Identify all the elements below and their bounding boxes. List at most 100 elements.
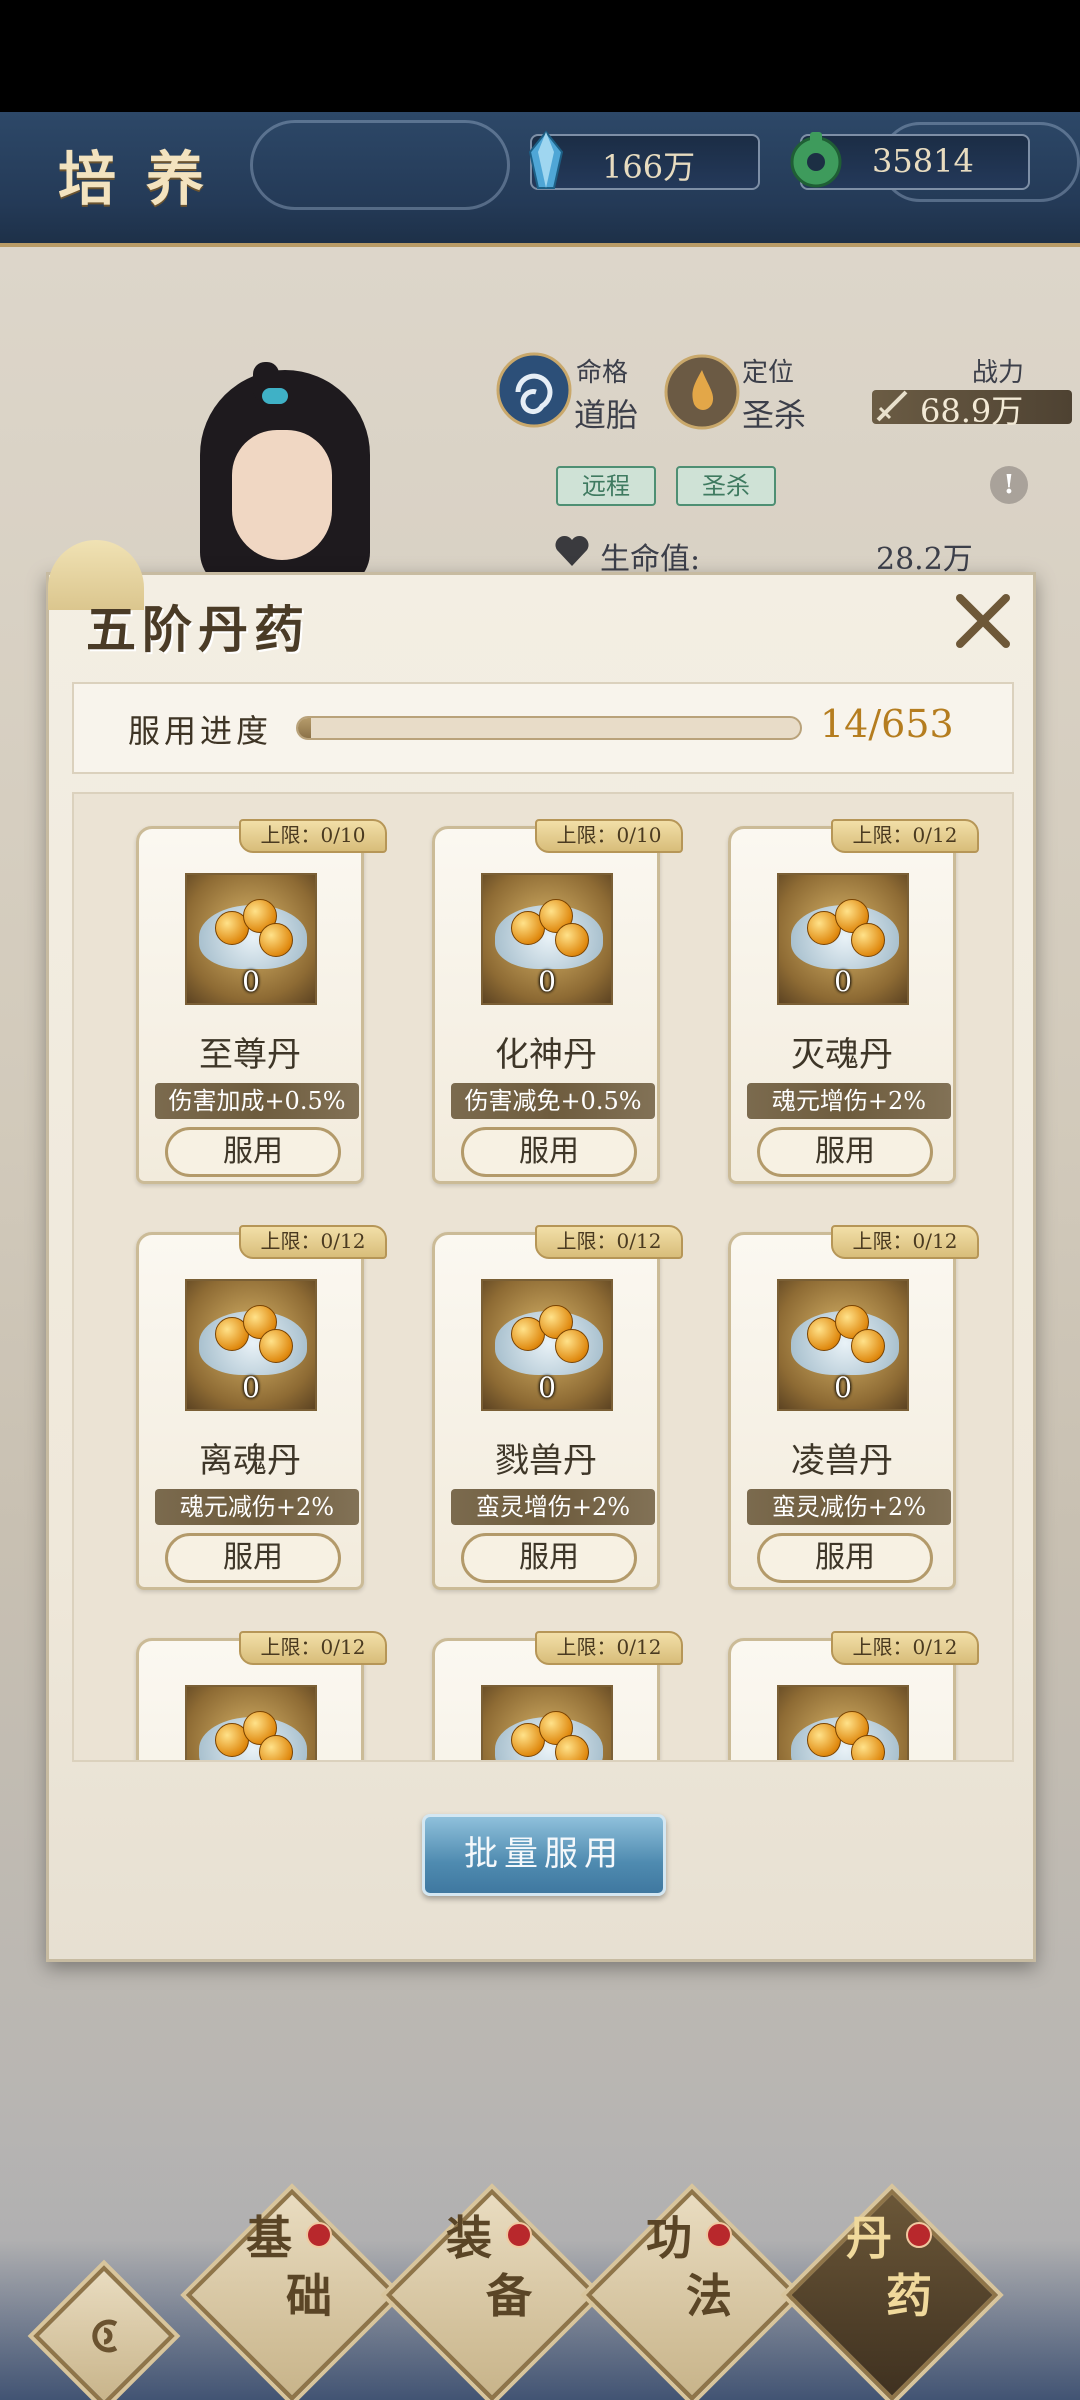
notification-dot — [706, 2222, 732, 2248]
jade-count: 35814 — [872, 142, 974, 180]
character-face — [232, 430, 332, 560]
pill-image — [777, 1685, 909, 1760]
page-title: 培养 — [58, 145, 235, 213]
status-bar — [0, 0, 1080, 112]
progress-bar — [296, 716, 802, 740]
character-hairpin — [262, 388, 288, 404]
back-cloud-icon — [92, 2319, 118, 2353]
role-icon[interactable] — [664, 354, 740, 430]
use-pill-button[interactable]: 服用 — [165, 1533, 341, 1583]
pill-name: 离魂丹 — [199, 1441, 301, 1481]
pill-icon — [555, 1329, 589, 1363]
currency-jade[interactable]: 35814 — [790, 132, 1030, 190]
pill-name: 戮兽丹 — [495, 1441, 597, 1481]
pill-limit: 上限：0/12 — [239, 1225, 387, 1259]
pill-count: 0 — [834, 1371, 852, 1404]
progress-fill — [298, 718, 311, 738]
pill-name: 凌兽丹 — [791, 1441, 893, 1481]
pill-card[interactable]: 上限：0/12 0 凌兽丹蛮灵减伤+2% 服用 — [728, 1225, 979, 1590]
notification-dot — [906, 2222, 932, 2248]
fate-value: 道胎 — [574, 396, 639, 434]
progress-count: 14/653 — [820, 702, 954, 746]
batch-use-button[interactable]: 批量服用 — [422, 1814, 666, 1896]
notification-dot — [306, 2222, 332, 2248]
use-pill-button[interactable]: 服用 — [757, 1127, 933, 1177]
power-label: 战力 — [972, 358, 1025, 388]
tag-holy-kill: 圣杀 — [676, 466, 776, 506]
pill-effect: 蛮灵减伤+2% — [747, 1489, 951, 1525]
pill-count: 0 — [242, 965, 260, 998]
pill-card[interactable]: 上限：0/12 0 戮兽丹蛮灵增伤+2% 服用 — [432, 1225, 683, 1590]
pill-limit: 上限：0/12 — [239, 1631, 387, 1665]
pill-icon — [259, 1329, 293, 1363]
pill-limit: 上限：0/12 — [535, 1631, 683, 1665]
heart-icon — [555, 535, 589, 566]
close-icon[interactable] — [948, 586, 1018, 656]
pill-effect: 魂元减伤+2% — [155, 1489, 359, 1525]
pill-count: 0 — [834, 965, 852, 998]
nav-tab-label: 药 — [886, 2269, 932, 2323]
pill-effect: 蛮灵增伤+2% — [451, 1489, 655, 1525]
sword-icon — [876, 390, 908, 422]
pill-limit: 上限：0/12 — [831, 1631, 979, 1665]
use-pill-button[interactable]: 服用 — [461, 1533, 637, 1583]
pill-name: 至尊丹 — [199, 1035, 301, 1075]
nav-tab-label: 基 — [246, 2211, 292, 2265]
nav-tab-label: 础 — [286, 2269, 332, 2323]
pill-count: 0 — [538, 965, 556, 998]
pill-card[interactable]: 上限：0/12 0 离魂丹魂元减伤+2% 服用 — [136, 1225, 387, 1590]
nav-tab-label: 装 — [446, 2211, 492, 2265]
pill-icon — [851, 1735, 885, 1760]
pill-card[interactable]: 上限：0/12服用 — [728, 1631, 979, 1760]
info-icon[interactable]: ! — [990, 466, 1028, 504]
pill-icon — [259, 923, 293, 957]
crystal-icon — [528, 130, 564, 189]
pill-grid[interactable]: 上限：0/10 0 至尊丹伤害加成+0.5% 服用 上限：0/10 0 化神丹伤害减免+0.… — [72, 792, 1014, 1762]
cloud-pattern — [250, 120, 510, 210]
use-pill-button[interactable]: 服用 — [165, 1127, 341, 1177]
pill-count: 0 — [242, 1371, 260, 1404]
pill-icon — [259, 1735, 293, 1760]
use-pill-button[interactable]: 服用 — [461, 1127, 637, 1177]
pill-limit: 上限：0/10 — [239, 819, 387, 853]
pill-effect: 伤害加成+0.5% — [155, 1083, 359, 1119]
pill-effect: 伤害减免+0.5% — [451, 1083, 655, 1119]
notification-dot — [506, 2222, 532, 2248]
nav-tab-label: 法 — [686, 2269, 732, 2323]
role-label: 定位 — [742, 358, 795, 388]
progress-label: 服用进度 — [128, 712, 273, 750]
use-pill-button[interactable]: 服用 — [757, 1533, 933, 1583]
pill-card[interactable]: 上限：0/10 0 至尊丹伤害加成+0.5% 服用 — [136, 819, 387, 1184]
fate-icon[interactable] — [496, 352, 572, 428]
pill-icon — [555, 923, 589, 957]
pill-card[interactable]: 上限：0/12 0 灭魂丹魂元增伤+2% 服用 — [728, 819, 979, 1184]
pill-icon — [851, 1329, 885, 1363]
pill-icon — [851, 923, 885, 957]
header-bar: 培养 166万 35814 — [0, 112, 1080, 247]
pill-limit: 上限：0/10 — [535, 819, 683, 853]
tag-ranged: 远程 — [556, 466, 656, 506]
nav-tab-label: 功 — [646, 2211, 692, 2265]
currency-crystal[interactable]: 166万 — [528, 130, 760, 190]
pill-count: 0 — [538, 1371, 556, 1404]
fate-label: 命格 — [576, 358, 629, 388]
pill-card[interactable]: 上限：0/12服用 — [432, 1631, 683, 1760]
pill-effect: 魂元增伤+2% — [747, 1083, 951, 1119]
pill-card[interactable]: 上限：0/12服用 — [136, 1631, 387, 1760]
modal-title: 五阶丹药 — [86, 600, 310, 659]
pill-name: 灭魂丹 — [791, 1035, 893, 1075]
crystal-count: 166万 — [602, 148, 696, 186]
nav-tab-label: 丹 — [846, 2211, 892, 2265]
pill-limit: 上限：0/12 — [831, 819, 979, 853]
power-value: 68.9万 — [920, 392, 1024, 430]
pill-card[interactable]: 上限：0/10 0 化神丹伤害减免+0.5% 服用 — [432, 819, 683, 1184]
role-value: 圣杀 — [742, 396, 807, 434]
nav-tab-label: 备 — [486, 2269, 532, 2323]
jade-coin-icon — [790, 132, 842, 188]
pill-icon — [555, 1735, 589, 1760]
pill-limit: 上限：0/12 — [831, 1225, 979, 1259]
pill-image — [185, 1685, 317, 1760]
pill-limit: 上限：0/12 — [535, 1225, 683, 1259]
pill-name: 化神丹 — [495, 1035, 597, 1075]
pill-image — [481, 1685, 613, 1760]
